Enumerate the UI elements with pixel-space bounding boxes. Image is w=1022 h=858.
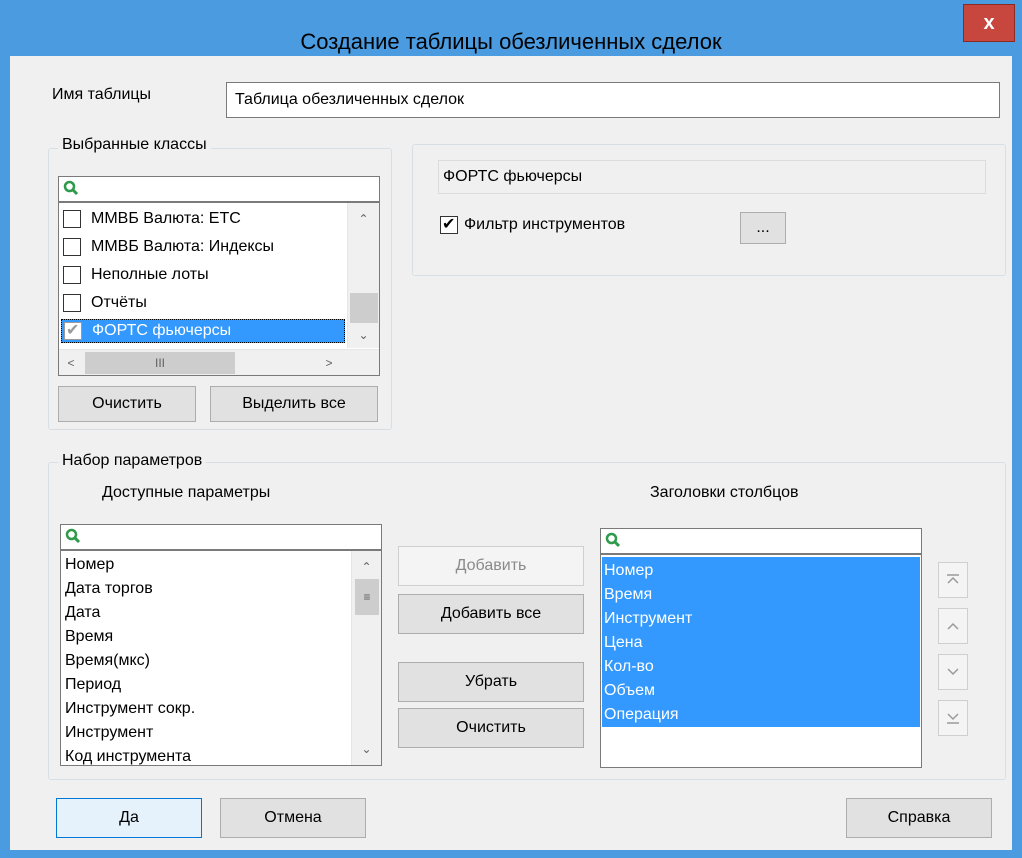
help-button[interactable]: Справка: [846, 798, 992, 838]
class-item-selected[interactable]: ФОРТС фьючерсы: [61, 319, 345, 343]
selected-classes-title: Выбранные классы: [58, 136, 211, 154]
clear-classes-button[interactable]: Очистить: [58, 386, 196, 422]
param-item[interactable]: Время(мкс): [65, 649, 150, 673]
class-checkbox[interactable]: [63, 238, 81, 256]
move-down-button[interactable]: [938, 654, 968, 690]
instrument-filter-checkbox[interactable]: Фильтр инструментов: [440, 214, 626, 234]
class-checkbox[interactable]: [63, 210, 81, 228]
param-item[interactable]: Период: [65, 673, 121, 697]
move-top-icon: [947, 574, 959, 584]
class-item[interactable]: ММВБ Валюта: ETC: [63, 207, 345, 231]
params-vertical-scrollbar[interactable]: ⌃ ≡ ⌄: [351, 551, 381, 765]
column-item[interactable]: Объем: [602, 679, 655, 703]
scroll-down-icon[interactable]: ⌄: [348, 323, 379, 347]
filter-settings-button[interactable]: ...: [740, 212, 786, 244]
table-name-label: Имя таблицы: [52, 86, 152, 103]
search-icon: [65, 528, 81, 544]
class-item-label: ММВБ Валюта: ETC: [91, 210, 241, 227]
param-item[interactable]: Время: [65, 625, 113, 649]
column-headers-title: Заголовки столбцов: [650, 484, 799, 501]
select-all-classes-button[interactable]: Выделить все: [210, 386, 378, 422]
available-params-search-input[interactable]: [60, 524, 382, 550]
classes-vertical-scrollbar[interactable]: ⌃ ⌄: [347, 203, 379, 348]
dialog-body: Имя таблицы Таблица обезличенных сделок …: [10, 56, 1012, 850]
add-param-button[interactable]: Добавить: [398, 546, 584, 586]
param-item[interactable]: Дата торгов: [65, 577, 153, 601]
param-item[interactable]: Дата: [65, 601, 100, 625]
param-item[interactable]: Номер: [65, 553, 114, 577]
classes-horizontal-scrollbar[interactable]: < III >: [59, 349, 379, 375]
selected-class-name: ФОРТС фьючерсы: [438, 160, 986, 194]
close-button[interactable]: x: [963, 4, 1015, 42]
filter-checkbox-icon[interactable]: [440, 214, 458, 234]
class-checkbox-checked[interactable]: [64, 320, 82, 340]
class-item[interactable]: Неполные лоты: [63, 263, 345, 287]
move-up-button[interactable]: [938, 608, 968, 644]
table-name-input[interactable]: Таблица обезличенных сделок: [226, 82, 1000, 118]
class-checkbox[interactable]: [63, 294, 81, 312]
scroll-thumb[interactable]: III: [85, 352, 235, 374]
class-item[interactable]: ММВБ Валюта: Индексы: [63, 235, 345, 259]
search-icon: [605, 532, 621, 548]
scroll-up-icon[interactable]: ⌃: [348, 207, 379, 231]
param-item[interactable]: Код инструмента: [65, 745, 191, 765]
column-item[interactable]: Номер: [602, 559, 653, 583]
instrument-filter-label: Фильтр инструментов: [464, 216, 626, 233]
parameter-set-title: Набор параметров: [58, 452, 207, 470]
available-params-title: Доступные параметры: [102, 484, 271, 501]
class-item[interactable]: Отчёты: [63, 291, 345, 315]
column-item[interactable]: Операция: [602, 703, 679, 727]
add-all-params-button[interactable]: Добавить все: [398, 594, 584, 634]
column-item[interactable]: Время: [602, 583, 652, 607]
column-item[interactable]: Кол-во: [602, 655, 654, 679]
ok-button[interactable]: Да: [56, 798, 202, 838]
class-item-label: Неполные лоты: [91, 266, 209, 283]
classes-list[interactable]: ММВБ Валюта: ETC ММВБ Валюта: Индексы Не…: [58, 202, 380, 376]
move-to-top-button[interactable]: [938, 562, 968, 598]
class-checkbox[interactable]: [63, 266, 81, 284]
scroll-thumb[interactable]: ≡: [355, 579, 379, 615]
dialog-window: Создание таблицы обезличенных сделок x И…: [0, 0, 1022, 858]
move-up-icon: [947, 622, 959, 630]
window-title: Создание таблицы обезличенных сделок: [300, 29, 722, 54]
column-item[interactable]: Цена: [602, 631, 642, 655]
scroll-up-icon[interactable]: ⌃: [352, 555, 381, 579]
column-headers-search-input[interactable]: [600, 528, 922, 554]
scroll-down-icon[interactable]: ⌄: [352, 737, 381, 761]
class-item-label: ММВБ Валюта: Индексы: [91, 238, 275, 255]
remove-param-button[interactable]: Убрать: [398, 662, 584, 702]
available-params-list[interactable]: Номер Дата торгов Дата Время Время(мкс) …: [60, 550, 382, 766]
param-item[interactable]: Инструмент: [65, 721, 153, 745]
column-headers-list[interactable]: Номер Время Инструмент Цена Кол-во Объем…: [600, 554, 922, 768]
title-bar[interactable]: Создание таблицы обезличенных сделок x: [0, 0, 1022, 56]
class-item-label: ФОРТС фьючерсы: [92, 322, 232, 339]
classes-search-input[interactable]: [58, 176, 380, 202]
move-to-bottom-button[interactable]: [938, 700, 968, 736]
scroll-left-icon[interactable]: <: [59, 350, 83, 375]
search-icon: [63, 180, 79, 196]
scroll-right-icon[interactable]: >: [317, 350, 341, 375]
clear-params-button[interactable]: Очистить: [398, 708, 584, 748]
column-item[interactable]: Инструмент: [602, 607, 692, 631]
move-down-icon: [947, 668, 959, 676]
param-item[interactable]: Инструмент сокр.: [65, 697, 195, 721]
cancel-button[interactable]: Отмена: [220, 798, 366, 838]
class-item-label: Отчёты: [91, 294, 147, 311]
scroll-thumb[interactable]: [350, 293, 378, 323]
move-bottom-icon: [947, 713, 959, 724]
